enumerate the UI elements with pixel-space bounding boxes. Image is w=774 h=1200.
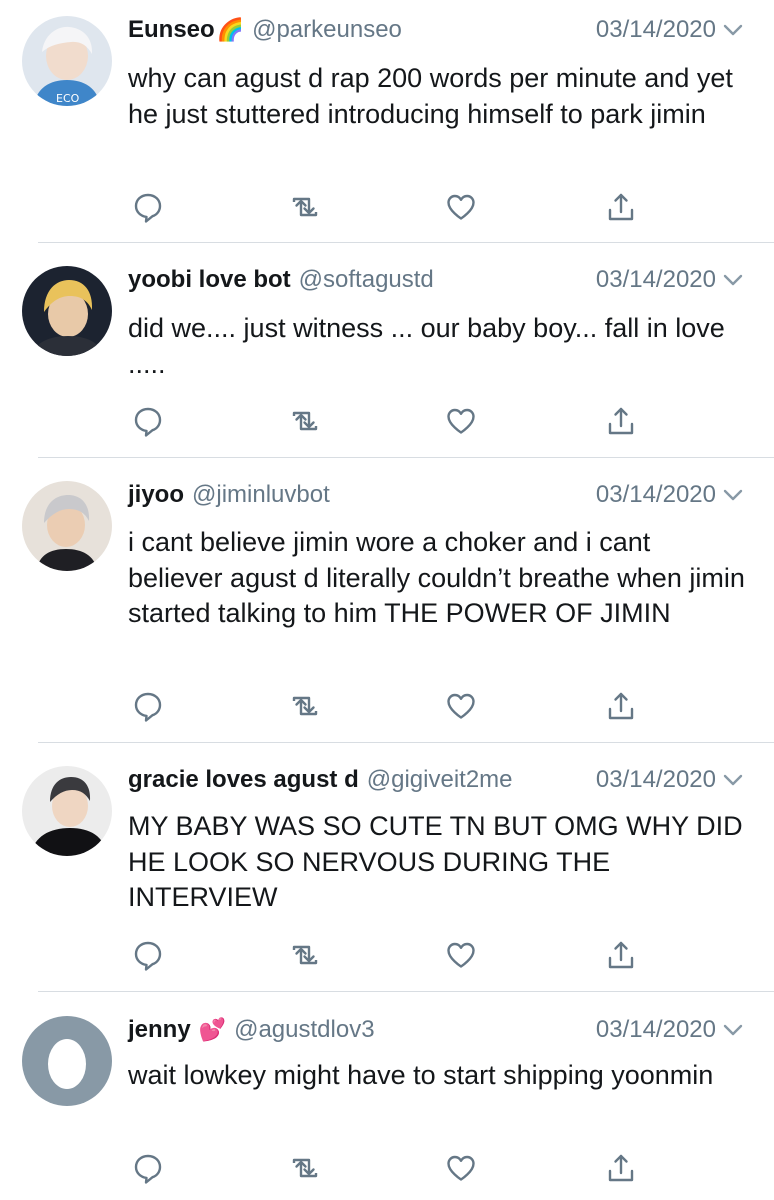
user-handle[interactable]: @jiminluvbot [192,481,330,508]
name-emoji: 🌈 [216,17,245,42]
display-name[interactable]: jenny [128,1016,191,1043]
tweet-actions [0,190,774,230]
user-handle[interactable]: @gigiveit2me [367,766,513,793]
reply-icon[interactable] [131,404,165,438]
tweet-header: Eunseo🌈 @parkeunseo 03/14/2020 [128,16,744,52]
display-name[interactable]: jiyoo [128,481,184,508]
retweet-icon[interactable] [288,404,322,438]
retweet-icon[interactable] [288,938,322,972]
tweet[interactable]: ECO Eunseo🌈 @parkeunseo 03/14/2020 why ca… [0,0,774,243]
chevron-down-icon[interactable] [722,487,744,503]
tweet-header: jiyoo @jiminluvbot 03/14/2020 [128,481,744,517]
tweet-text: did we.... just witness ... our baby boy… [128,313,725,379]
share-icon[interactable] [604,938,638,972]
photo-avatar-icon[interactable]: ECO [22,16,112,106]
divider [38,242,774,243]
tweet-actions [0,1151,774,1191]
retweet-icon[interactable] [288,689,322,723]
chevron-down-icon[interactable] [722,1022,744,1038]
tweet-date: 03/14/2020 [595,481,716,508]
photo-avatar-icon[interactable] [22,481,112,571]
tweet-date: 03/14/2020 [595,16,716,43]
like-icon[interactable] [444,938,478,972]
svg-text:ECO: ECO [56,92,80,105]
reply-icon[interactable] [131,938,165,972]
chevron-down-icon[interactable] [722,772,744,788]
tweet-text: wait lowkey might have to start shipping… [128,1060,714,1090]
tweet-text: why can agust d rap 200 words per minute… [128,63,733,129]
display-name[interactable]: gracie loves agust d [128,766,359,793]
like-icon[interactable] [444,1151,478,1185]
share-icon[interactable] [604,689,638,723]
user-handle[interactable]: @agustdlov3 [234,1016,374,1043]
reply-icon[interactable] [131,689,165,723]
user-handle[interactable]: @softagustd [299,266,434,293]
tweet-actions [0,689,774,729]
tweet-header: jenny 💕 @agustdlov3 03/14/2020 [128,1016,744,1052]
tweet-date: 03/14/2020 [595,1016,716,1043]
name-emoji: 💕 [198,1017,227,1042]
like-icon[interactable] [444,190,478,224]
photo-avatar-icon[interactable] [22,266,112,356]
display-name[interactable]: yoobi love bot [128,266,291,293]
divider [38,457,774,458]
tweet[interactable]: jenny 💕 @agustdlov3 03/14/2020 wait lowkey… [0,1000,774,1200]
retweet-icon[interactable] [288,1151,322,1185]
tweet-header: yoobi love bot @softagustd 03/14/2020 [128,266,744,302]
tweet-header: gracie loves agust d @gigiveit2me 03/14/2… [128,766,744,802]
photo-avatar-icon[interactable] [22,766,112,856]
display-name[interactable]: Eunseo [128,16,215,43]
like-icon[interactable] [444,404,478,438]
share-icon[interactable] [604,190,638,224]
tweet-actions [0,938,774,978]
retweet-icon[interactable] [288,190,322,224]
tweet-text: i cant believe jimin wore a choker and i… [128,527,745,628]
like-icon[interactable] [444,689,478,723]
reply-icon[interactable] [131,190,165,224]
chevron-down-icon[interactable] [722,22,744,38]
chevron-down-icon[interactable] [722,272,744,288]
share-icon[interactable] [604,1151,638,1185]
tweet-date: 03/14/2020 [595,266,716,293]
reply-icon[interactable] [131,1151,165,1185]
tweet[interactable]: gracie loves agust d @gigiveit2me 03/14/2… [0,750,774,992]
user-handle[interactable]: @parkeunseo [252,16,402,43]
tweet-text: MY BABY WAS SO CUTE TN BUT OMG WHY DID H… [128,811,743,912]
default-egg-avatar-icon[interactable] [22,1016,112,1106]
share-icon[interactable] [604,404,638,438]
divider [38,742,774,743]
tweet[interactable]: jiyoo @jiminluvbot 03/14/2020 i cant beli… [0,465,774,743]
divider [38,991,774,992]
tweet-date: 03/14/2020 [595,766,716,793]
tweet-actions [0,404,774,444]
tweet[interactable]: yoobi love bot @softagustd 03/14/2020 did… [0,250,774,458]
